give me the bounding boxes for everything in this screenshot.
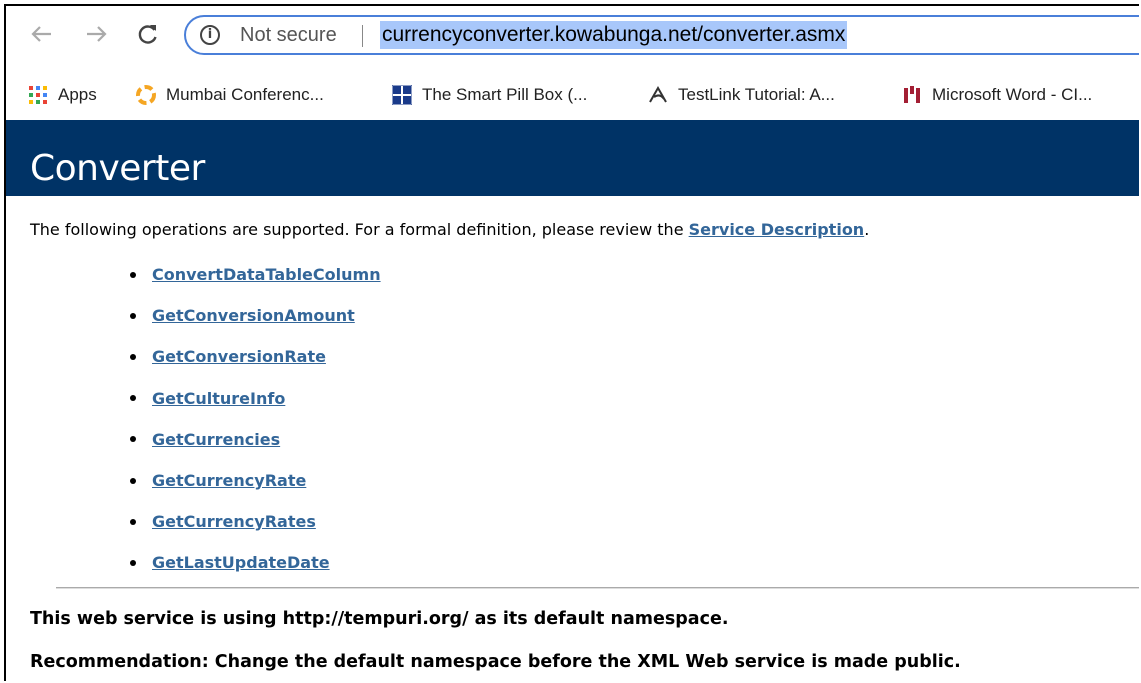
apps-grid-icon: [29, 86, 47, 104]
bookmark-label: The Smart Pill Box (...: [422, 85, 588, 104]
forward-arrow-icon: [87, 26, 107, 42]
address-separator: [362, 25, 363, 47]
operation-link[interactable]: GetCurrencyRates: [152, 512, 316, 531]
bookmarks-bar: Apps Mumbai Conferenc... The Smart Pill …: [6, 72, 1139, 120]
operation-link[interactable]: GetCurrencyRate: [152, 471, 306, 490]
back-button[interactable]: [28, 20, 56, 48]
info-icon[interactable]: i: [200, 25, 220, 45]
recommendation-note: Recommendation: Change the default names…: [30, 652, 961, 672]
bookmark-label: Microsoft Word - CI...: [932, 85, 1093, 104]
list-item: GetConversionRate: [130, 336, 381, 377]
bullet-icon: [130, 271, 136, 278]
operation-link[interactable]: ConvertDataTableColumn: [152, 265, 381, 284]
reload-icon: [138, 25, 157, 44]
intro-text: The following operations are supported. …: [30, 220, 689, 239]
rerc-logo-icon: [392, 85, 412, 105]
bullet-icon: [130, 312, 136, 319]
guru-logo-icon: [649, 85, 667, 103]
document-logo-icon: [904, 86, 920, 103]
bookmark-label: Mumbai Conferenc...: [166, 85, 324, 104]
intro-paragraph: The following operations are supported. …: [30, 220, 869, 239]
namespace-note: This web service is using http://tempuri…: [30, 609, 729, 629]
bullet-icon: [130, 477, 136, 484]
bookmark-microsoft-word[interactable]: Microsoft Word - CI...: [902, 85, 1092, 105]
list-item: GetCurrencies: [130, 419, 381, 460]
intro-period: .: [864, 220, 870, 239]
operation-link[interactable]: GetConversionAmount: [152, 306, 355, 325]
bookmark-smart-pill-box[interactable]: The Smart Pill Box (...: [392, 85, 587, 105]
bullet-icon: [130, 395, 136, 402]
browser-window: i Not secure currencyconverter.kowabunga…: [4, 4, 1139, 681]
conference-logo-icon: [136, 85, 156, 105]
service-description-link[interactable]: Service Description: [689, 220, 865, 239]
forward-button[interactable]: [82, 20, 110, 48]
bullet-icon: [130, 353, 136, 360]
list-item: GetCultureInfo: [130, 378, 381, 419]
list-item: GetLastUpdateDate: [130, 542, 381, 583]
bookmark-label: Apps: [58, 85, 97, 104]
operation-link[interactable]: GetCultureInfo: [152, 389, 285, 408]
url-text[interactable]: currencyconverter.kowabunga.net/converte…: [380, 21, 848, 49]
page-title: Converter: [30, 148, 205, 189]
back-arrow-icon: [31, 26, 51, 42]
list-item: GetCurrencyRates: [130, 501, 381, 542]
bookmark-mumbai-conference[interactable]: Mumbai Conferenc...: [136, 85, 324, 105]
list-item: GetCurrencyRate: [130, 460, 381, 501]
operations-list: ConvertDataTableColumn GetConversionAmou…: [130, 254, 381, 584]
address-bar[interactable]: i Not secure currencyconverter.kowabunga…: [184, 15, 1139, 55]
bullet-icon: [130, 436, 136, 443]
operation-link[interactable]: GetLastUpdateDate: [152, 553, 330, 572]
security-status[interactable]: Not secure: [240, 24, 337, 47]
operation-link[interactable]: GetCurrencies: [152, 430, 280, 449]
horizontal-divider: [56, 587, 1139, 589]
browser-toolbar: i Not secure currencyconverter.kowabunga…: [6, 6, 1139, 72]
bookmark-testlink-tutorial[interactable]: TestLink Tutorial: A...: [648, 85, 835, 105]
bullet-icon: [130, 559, 136, 566]
list-item: ConvertDataTableColumn: [130, 254, 381, 295]
reload-button[interactable]: [134, 20, 162, 48]
operation-link[interactable]: GetConversionRate: [152, 347, 326, 366]
bookmark-label: TestLink Tutorial: A...: [678, 85, 835, 104]
bookmark-apps[interactable]: Apps: [28, 85, 97, 105]
bullet-icon: [130, 518, 136, 525]
page-header: Converter: [6, 120, 1139, 196]
list-item: GetConversionAmount: [130, 295, 381, 336]
